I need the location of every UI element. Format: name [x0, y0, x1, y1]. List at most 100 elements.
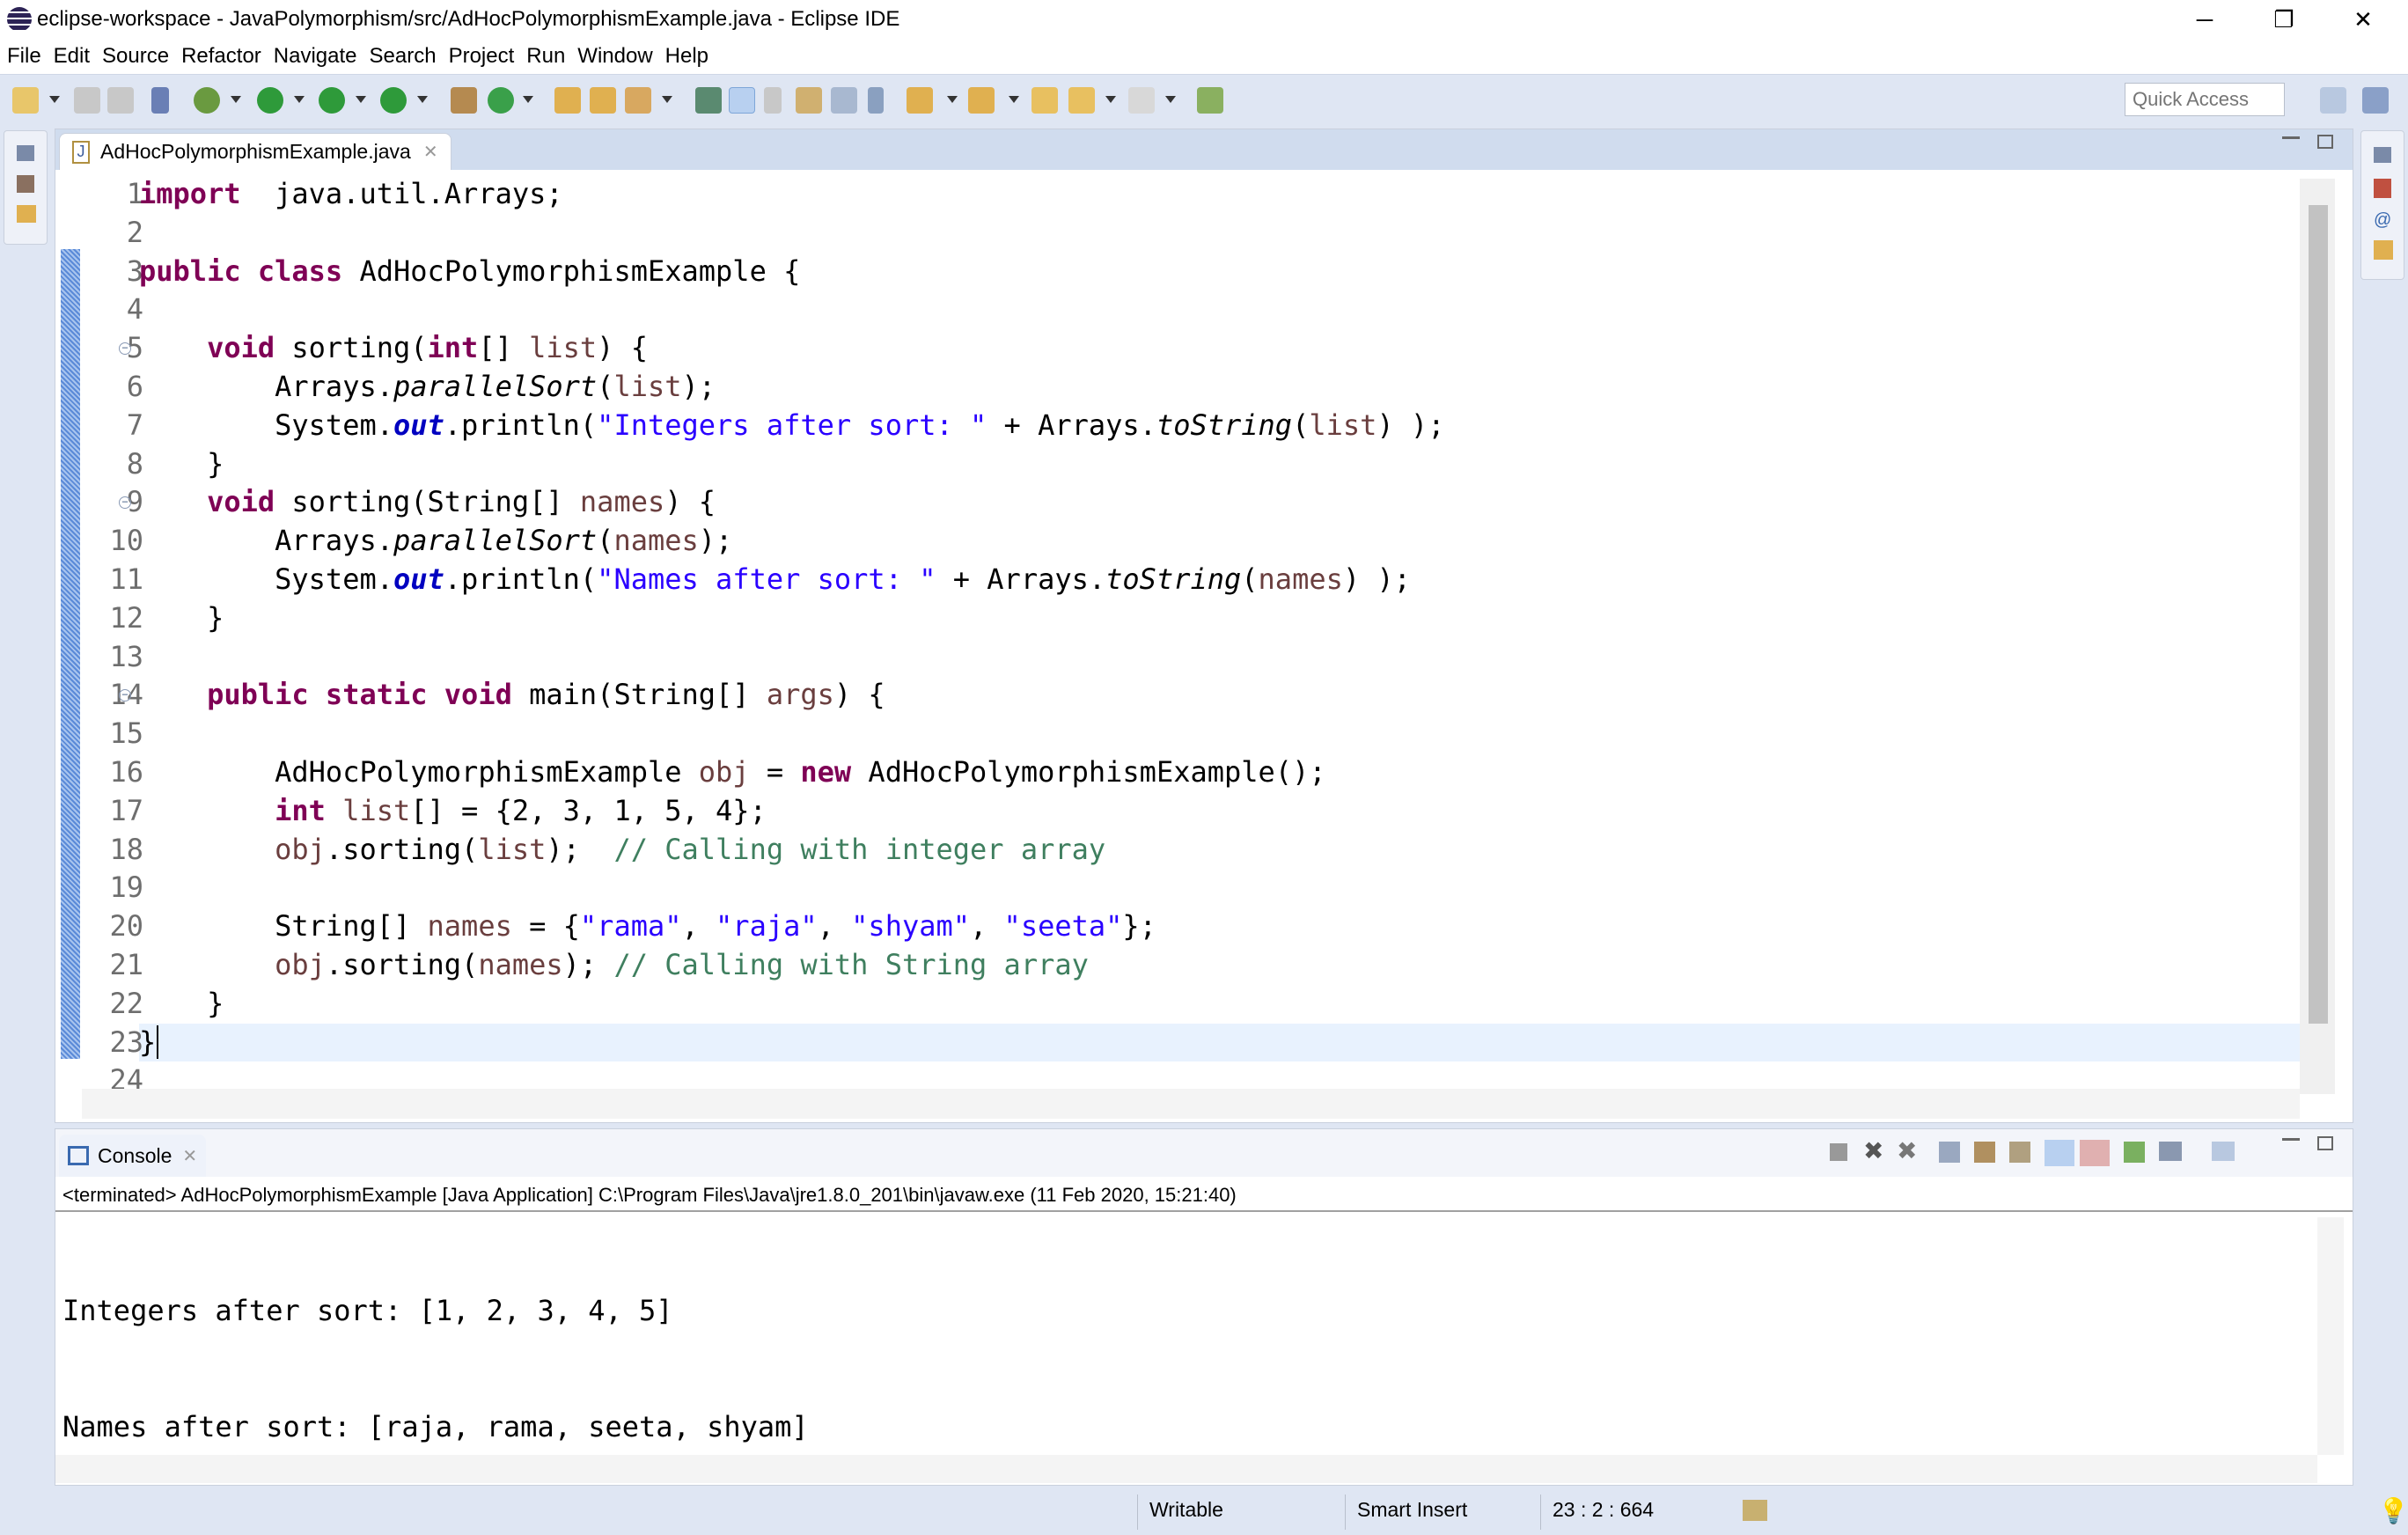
new-package-icon[interactable] [451, 87, 477, 114]
line-number: 2 [82, 216, 143, 249]
restore-icon[interactable] [17, 145, 34, 161]
lightbulb-icon[interactable]: 💡 [2378, 1496, 2408, 1525]
line-number: 5 [82, 331, 143, 364]
console-vertical-scrollbar[interactable] [2317, 1217, 2344, 1455]
menu-navigate[interactable]: Navigate [274, 44, 357, 69]
previous-annotation-icon[interactable] [968, 87, 995, 114]
restore-button[interactable]: ❐ [2244, 0, 2324, 39]
menu-source[interactable]: Source [102, 44, 169, 69]
forward-icon[interactable] [1128, 87, 1155, 114]
line-number: 18 [82, 833, 143, 866]
back-icon[interactable] [1068, 87, 1095, 114]
block-selection-icon[interactable] [764, 87, 782, 114]
java-perspective-icon[interactable] [2362, 87, 2389, 114]
scroll-lock-icon[interactable] [1974, 1142, 1995, 1163]
remove-launch-icon[interactable]: ✖ [1863, 1136, 1883, 1165]
code-token: names [580, 485, 664, 518]
restore-icon[interactable] [2374, 147, 2391, 163]
code-token: list [529, 331, 597, 364]
divider [55, 1210, 2353, 1212]
window-title: eclipse-workspace - JavaPolymorphism/src… [37, 7, 899, 32]
quick-access-input[interactable] [2125, 83, 2285, 116]
open-type-icon[interactable] [554, 87, 581, 114]
right-trim-stack: @ [2360, 130, 2404, 280]
code-token: import [139, 177, 241, 210]
close-tab-icon[interactable]: ✕ [423, 141, 438, 163]
open-task-icon[interactable] [590, 87, 616, 114]
run-icon[interactable] [257, 87, 283, 114]
package-explorer-icon[interactable] [17, 175, 34, 193]
console-line: Integers after sort: [1, 2, 3, 4, 5] [62, 1291, 809, 1330]
code-token: toString [1156, 408, 1292, 442]
remove-all-icon[interactable]: ✖ [1897, 1136, 1917, 1165]
minimize-icon[interactable] [2282, 136, 2300, 139]
code-token: }; [1122, 909, 1156, 943]
menu-edit[interactable]: Edit [54, 44, 90, 69]
open-perspective-icon[interactable] [2320, 87, 2346, 114]
pin-editor-icon[interactable] [1197, 87, 1223, 114]
code-token [241, 254, 258, 288]
code-token: "Names after sort: " [597, 562, 936, 596]
console-horizontal-scrollbar[interactable] [55, 1455, 2317, 1483]
external-tools-icon[interactable] [380, 87, 407, 114]
terminate-icon[interactable] [1830, 1143, 1847, 1161]
toggle-breadcrumb-icon[interactable] [695, 87, 722, 114]
close-tab-icon[interactable]: ✕ [182, 1145, 197, 1167]
maximize-icon[interactable] [2317, 135, 2333, 149]
new-class-icon[interactable] [488, 87, 514, 114]
code-editor[interactable]: 1import java.util.Arrays;23public class … [55, 170, 2300, 1094]
menu-file[interactable]: File [7, 44, 41, 69]
code-token: ( [597, 524, 613, 557]
maximize-icon[interactable] [2317, 1136, 2333, 1150]
clear-console-icon[interactable] [1939, 1142, 1960, 1163]
new-icon[interactable] [12, 87, 39, 114]
word-wrap-icon[interactable] [2009, 1142, 2030, 1163]
navigator-icon[interactable] [17, 205, 36, 223]
menu-run[interactable]: Run [526, 44, 565, 69]
close-button[interactable]: ✕ [2324, 0, 2403, 39]
menu-help[interactable]: Help [665, 44, 708, 69]
code-token: out [393, 562, 444, 596]
save-all-icon[interactable] [107, 87, 134, 114]
horizontal-scrollbar[interactable] [82, 1089, 2300, 1119]
code-token: list [478, 833, 546, 866]
pilcrow-icon[interactable] [868, 87, 884, 114]
declaration-icon[interactable] [2374, 240, 2393, 260]
mark-occurrences-icon[interactable] [729, 87, 755, 114]
show-on-stdout-icon[interactable] [2045, 1140, 2074, 1166]
search-icon[interactable] [625, 87, 651, 114]
scrollbar-thumb[interactable] [2309, 205, 2328, 1024]
menu-project[interactable]: Project [449, 44, 515, 69]
save-icon[interactable] [74, 87, 100, 114]
code-token: } [139, 1025, 156, 1059]
vertical-scrollbar[interactable] [2300, 179, 2335, 1094]
word-wrap-icon[interactable] [796, 87, 822, 114]
outline-icon[interactable] [2374, 179, 2391, 198]
last-edit-icon[interactable] [1031, 87, 1058, 114]
open-console-icon[interactable] [2212, 1142, 2235, 1161]
code-token: class [258, 254, 342, 288]
tab-adhocpolymorphismexample[interactable]: J AdHocPolymorphismExample.java ✕ [59, 133, 452, 170]
code-token: names [478, 948, 562, 981]
show-whitespace-icon[interactable] [831, 87, 857, 114]
javadoc-icon[interactable]: @ [2374, 210, 2391, 228]
build-progress-icon[interactable] [1743, 1500, 1767, 1521]
tab-console[interactable]: Console ✕ [59, 1135, 206, 1177]
display-console-icon[interactable] [2159, 1142, 2182, 1161]
menu-refactor[interactable]: Refactor [181, 44, 261, 69]
code-token: [] = {2, 3, 1, 5, 4}; [410, 794, 767, 827]
skip-breakpoints-icon[interactable] [151, 87, 169, 114]
code-token: "rama" [580, 909, 682, 943]
code-token: void [207, 485, 275, 518]
next-annotation-icon[interactable] [907, 87, 933, 114]
menu-window[interactable]: Window [577, 44, 652, 69]
minimize-icon[interactable] [2282, 1138, 2300, 1141]
coverage-icon[interactable] [319, 87, 345, 114]
status-insert-mode[interactable]: Smart Insert [1357, 1498, 1467, 1522]
show-on-stderr-icon[interactable] [2080, 1140, 2110, 1166]
menu-search[interactable]: Search [370, 44, 437, 69]
pin-console-icon[interactable] [2124, 1142, 2145, 1163]
minimize-button[interactable]: ─ [2165, 0, 2244, 39]
debug-icon[interactable] [194, 87, 220, 114]
code-token: .println( [444, 562, 597, 596]
